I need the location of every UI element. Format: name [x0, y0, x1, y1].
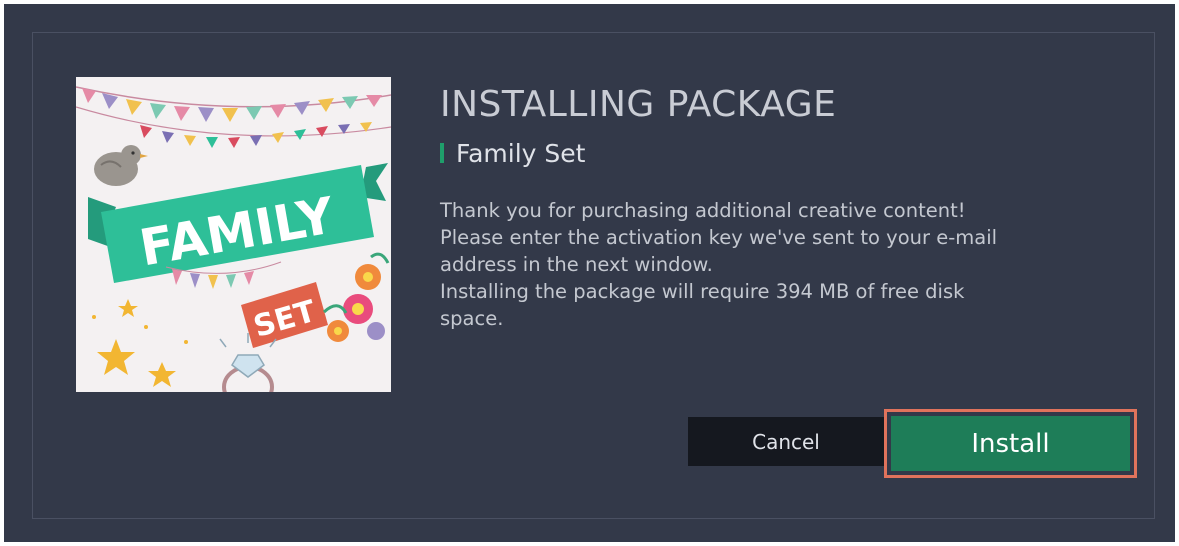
description-line: Thank you for purchasing additional crea… [440, 199, 966, 222]
accent-bar [440, 143, 444, 163]
dialog-title: INSTALLING PACKAGE [440, 84, 837, 125]
description-line: Installing the package will require 394 … [440, 280, 965, 303]
family-set-artwork: FAMILY SET [76, 77, 391, 392]
package-name-row: Family Set [440, 136, 585, 170]
package-name: Family Set [456, 138, 586, 168]
description-line: address in the next window. [440, 253, 713, 276]
description-text: Thank you for purchasing additional crea… [440, 197, 1080, 332]
description-line: space. [440, 307, 504, 330]
package-thumbnail: FAMILY SET [76, 77, 391, 392]
install-button[interactable]: Install [891, 416, 1130, 471]
install-button-highlight[interactable]: Install [884, 409, 1137, 478]
description-line: Please enter the activation key we've se… [440, 226, 998, 249]
cancel-button[interactable]: Cancel [688, 417, 884, 466]
